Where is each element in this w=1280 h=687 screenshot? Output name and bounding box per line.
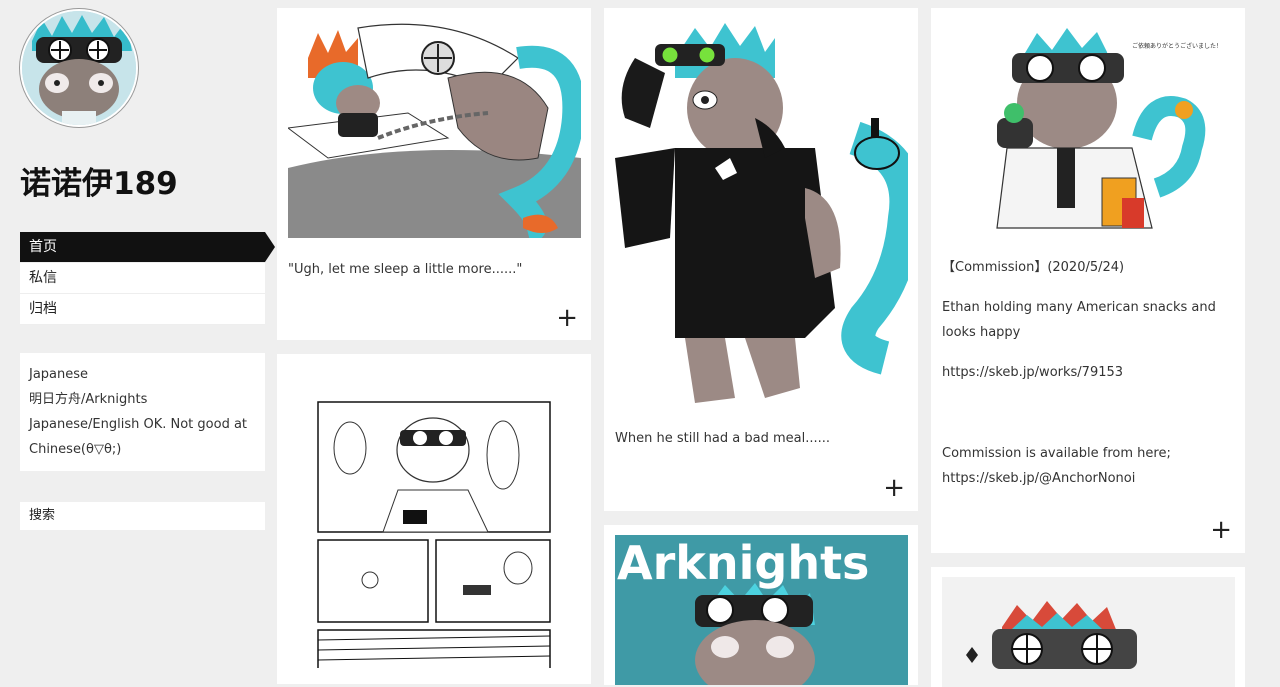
post-caption: "Ugh, let me sleep a little more......" [288, 262, 523, 277]
post-card: When he still had a bad meal...... + [604, 8, 918, 511]
avatar[interactable] [20, 9, 138, 127]
expand-icon[interactable]: + [883, 475, 905, 501]
nav-item-messages[interactable]: 私信 [20, 263, 265, 294]
post-image[interactable] [942, 577, 1235, 687]
svg-text:ご依頼ありがとうございました！: ご依頼ありがとうございました！ [1132, 42, 1222, 50]
nav-item-home[interactable]: 首页 [20, 232, 275, 263]
post-card: ご依頼ありがとうございました！ 【Commission】(2020/5/24) … [931, 8, 1245, 553]
post-text: 【Commission】(2020/5/24) Ethan holding ma… [942, 255, 1235, 491]
post-text-line: 【Commission】(2020/5/24) [942, 260, 1125, 275]
post-image[interactable]: Arknights [615, 535, 908, 685]
post-image[interactable] [615, 18, 908, 408]
search-button[interactable]: 搜索 [20, 502, 265, 530]
post-caption: When he still had a bad meal...... [615, 431, 830, 446]
post-card [931, 567, 1245, 687]
expand-icon[interactable]: + [556, 305, 578, 331]
post-image[interactable]: ご依頼ありがとうございました！ [942, 18, 1235, 233]
post-card: Arknights [604, 525, 918, 685]
main-nav: 首页 私信 归档 [20, 232, 275, 325]
post-card [277, 354, 591, 684]
post-link[interactable]: https://skeb.jp/works/79153 [942, 360, 1235, 385]
post-text-line: Commission is available from here; https… [942, 446, 1171, 486]
expand-icon[interactable]: + [1210, 517, 1232, 543]
profile-line: Japanese [29, 367, 89, 382]
post-image[interactable] [288, 18, 581, 238]
profile-description: Japanese 明日方舟/Arknights Japanese/English… [20, 353, 265, 471]
arknights-banner-text: Arknights [617, 536, 869, 590]
profile-line: 明日方舟/Arknights [29, 392, 148, 407]
post-text-line: Ethan holding many American snacks and l… [942, 300, 1216, 340]
nav-item-archive[interactable]: 归档 [20, 294, 265, 325]
profile-line: Japanese/English OK. Not good at Chinese… [29, 417, 248, 457]
post-card: "Ugh, let me sleep a little more......" … [277, 8, 591, 340]
post-image[interactable] [288, 400, 581, 668]
site-title[interactable]: 诺诺伊189 [20, 158, 178, 203]
